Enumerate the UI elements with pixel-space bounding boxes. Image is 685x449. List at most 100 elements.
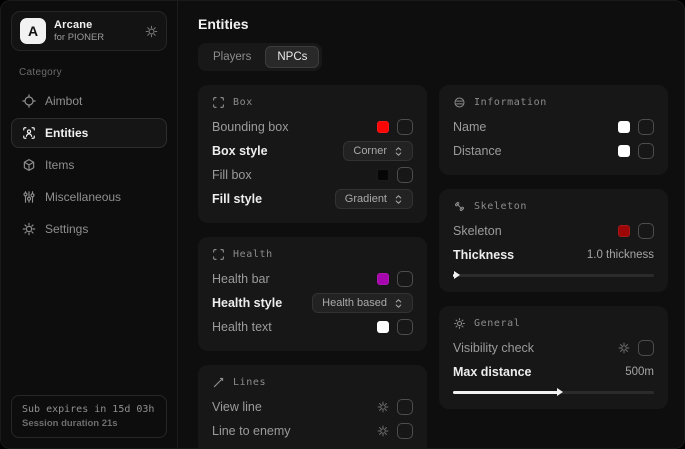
box-style-dropdown[interactable]: Corner [343, 141, 413, 161]
fill-box-color-swatch[interactable] [377, 169, 389, 181]
thickness-value: 1.0 thickness [587, 249, 654, 261]
dropdown-value: Gradient [345, 193, 387, 205]
sun-icon [453, 317, 466, 330]
row-label: Box style [212, 144, 268, 158]
sidebar-item-label: Miscellaneous [45, 190, 121, 204]
card-title: Health [233, 249, 273, 260]
thickness-row: Thickness 1.0 thickness [453, 243, 654, 267]
sidebar-item-miscellaneous[interactable]: Miscellaneous [11, 182, 167, 212]
health-text-checkbox[interactable] [397, 319, 413, 335]
page-title: Entities [198, 16, 668, 32]
skeleton-card: Skeleton Skeleton Thickness 1.0 thicknes… [439, 189, 668, 292]
skeleton-color-swatch[interactable] [618, 225, 630, 237]
category-label: Category [19, 67, 167, 78]
row-label: Health style [212, 296, 282, 310]
gear-icon[interactable] [377, 401, 389, 413]
entities-scan-icon [22, 126, 36, 140]
health-text-row: Health text [212, 315, 413, 339]
subscription-card: Sub expires in 15d 03h Session duration … [11, 395, 167, 438]
sidebar-item-settings[interactable]: Settings [11, 214, 167, 244]
session-duration-text: Session duration 21s [22, 418, 156, 429]
row-label: Health text [212, 320, 272, 334]
sidebar-nav: Aimbot Entities Items Miscellaneous [11, 86, 167, 244]
gear-icon[interactable] [377, 425, 389, 437]
bounding-box-checkbox[interactable] [397, 119, 413, 135]
distance-checkbox[interactable] [638, 143, 654, 159]
row-label: Thickness [453, 248, 514, 262]
bounding-box-row: Bounding box [212, 115, 413, 139]
row-label: Line to enemy [212, 424, 291, 438]
sidebar-item-label: Settings [45, 222, 88, 236]
sidebar: A Arcane for PIONER Category Aimbot [1, 1, 178, 448]
tab-players[interactable]: Players [201, 46, 263, 68]
tab-npcs[interactable]: NPCs [265, 46, 319, 68]
health-style-row: Health style Health based [212, 291, 413, 315]
card-title: Box [233, 97, 253, 108]
corner-brackets-icon [212, 96, 225, 109]
app-logo-card: A Arcane for PIONER [11, 11, 167, 51]
information-card: Information Name Distance [439, 85, 668, 175]
name-color-swatch[interactable] [618, 121, 630, 133]
gear-icon [22, 222, 36, 236]
sidebar-item-aimbot[interactable]: Aimbot [11, 86, 167, 116]
unfold-icon [394, 146, 403, 157]
fill-box-checkbox[interactable] [397, 167, 413, 183]
view-line-row: View line [212, 395, 413, 419]
diagonal-line-icon [212, 376, 225, 389]
row-label: Max distance [453, 365, 532, 379]
gear-icon[interactable] [145, 25, 158, 38]
app-window: A Arcane for PIONER Category Aimbot [0, 0, 685, 449]
line-to-enemy-checkbox[interactable] [397, 423, 413, 439]
health-text-color-swatch[interactable] [377, 321, 389, 333]
card-title: Information [474, 97, 547, 108]
sub-expires-text: Sub expires in 15d 03h [22, 404, 156, 415]
max-distance-value: 500m [625, 366, 654, 378]
row-label: Skeleton [453, 224, 502, 238]
unfold-icon [394, 298, 403, 309]
info-globe-icon [453, 96, 466, 109]
row-label: Distance [453, 144, 502, 158]
lines-card: Lines View line Line to enemy [198, 365, 427, 449]
slider-thumb[interactable] [557, 388, 563, 396]
health-bar-color-swatch[interactable] [377, 273, 389, 285]
thickness-slider[interactable] [453, 270, 654, 280]
skeleton-checkbox[interactable] [638, 223, 654, 239]
app-subtitle: for PIONER [54, 32, 104, 43]
general-card: General Visibility check Max distance [439, 306, 668, 409]
visibility-check-checkbox[interactable] [638, 340, 654, 356]
row-label: View line [212, 400, 262, 414]
unfold-icon [394, 194, 403, 205]
health-style-dropdown[interactable]: Health based [312, 293, 413, 313]
fill-style-dropdown[interactable]: Gradient [335, 189, 413, 209]
row-label: Visibility check [453, 341, 534, 355]
sliders-icon [22, 190, 36, 204]
visibility-check-row: Visibility check [453, 336, 654, 360]
distance-row: Distance [453, 139, 654, 163]
card-title: General [474, 318, 520, 329]
health-bar-checkbox[interactable] [397, 271, 413, 287]
max-distance-row: Max distance 500m [453, 360, 654, 384]
box-card: Box Bounding box Box style Corner [198, 85, 427, 223]
row-label: Fill style [212, 192, 262, 206]
main-content: Entities Players NPCs Box Bounding box [178, 1, 684, 448]
distance-color-swatch[interactable] [618, 145, 630, 157]
sidebar-item-label: Aimbot [45, 94, 82, 108]
name-checkbox[interactable] [638, 119, 654, 135]
corner-brackets-icon [212, 248, 225, 261]
cube-icon [22, 158, 36, 172]
bounding-box-color-swatch[interactable] [377, 121, 389, 133]
sidebar-item-label: Entities [45, 126, 88, 140]
gear-icon[interactable] [618, 342, 630, 354]
fill-box-row: Fill box [212, 163, 413, 187]
card-title: Skeleton [474, 201, 527, 212]
health-bar-row: Health bar [212, 267, 413, 291]
sidebar-item-items[interactable]: Items [11, 150, 167, 180]
sidebar-item-entities[interactable]: Entities [11, 118, 167, 148]
max-distance-slider[interactable] [453, 387, 654, 397]
row-label: Name [453, 120, 486, 134]
app-title: Arcane [54, 19, 104, 31]
app-logo: A [20, 18, 46, 44]
row-label: Bounding box [212, 120, 288, 134]
view-line-checkbox[interactable] [397, 399, 413, 415]
slider-thumb[interactable] [454, 271, 460, 279]
